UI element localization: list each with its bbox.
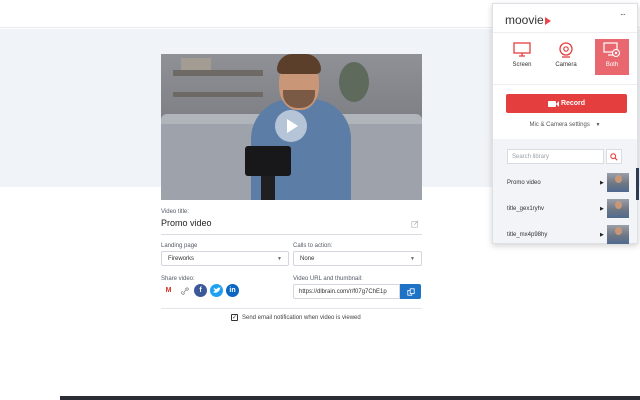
mode-screen-button[interactable]: Screen bbox=[505, 39, 539, 75]
library-item[interactable]: title_gex1ryhv ▶ bbox=[493, 196, 637, 222]
cta-select[interactable]: None ▼ bbox=[293, 251, 422, 266]
share-label: Share video: bbox=[161, 276, 195, 282]
mode-divider bbox=[493, 84, 637, 85]
mode-camera-button[interactable]: Camera bbox=[549, 39, 583, 75]
header-divider bbox=[493, 32, 637, 33]
library-item[interactable]: Promo video ▶ bbox=[493, 170, 637, 196]
notify-checkbox[interactable]: ✓ bbox=[231, 314, 238, 321]
video-shelf-lower bbox=[173, 92, 263, 97]
screen-and-camera-icon bbox=[603, 42, 621, 58]
mode-screen-label: Screen bbox=[512, 62, 532, 68]
library-thumbnail bbox=[607, 199, 629, 218]
mode-camera-label: Camera bbox=[555, 62, 577, 68]
landing-page-select[interactable]: Fireworks ▼ bbox=[161, 251, 289, 266]
video-library: Search library Promo video ▶ title_gex1r… bbox=[493, 139, 637, 244]
webcam-icon bbox=[559, 42, 573, 58]
logo-play-icon bbox=[544, 16, 551, 25]
library-item[interactable]: title_mx4p98hy ▶ bbox=[493, 222, 637, 248]
search-icon bbox=[610, 152, 618, 161]
bottom-strip bbox=[60, 396, 640, 400]
play-icon bbox=[287, 119, 298, 133]
chevron-down-icon: ▼ bbox=[595, 122, 601, 128]
monitor-icon bbox=[513, 42, 531, 57]
library-thumbnail bbox=[607, 225, 629, 244]
library-scrollbar[interactable] bbox=[636, 168, 639, 200]
video-camera-icon bbox=[547, 100, 559, 107]
landing-page-label: Landing page bbox=[161, 243, 198, 249]
video-title-underline bbox=[161, 234, 422, 235]
mic-camera-settings[interactable]: Mic & Camera settings ▼ bbox=[493, 122, 637, 128]
edit-icon[interactable] bbox=[411, 220, 419, 228]
search-button[interactable] bbox=[606, 149, 622, 164]
library-search-input[interactable]: Search library bbox=[507, 149, 604, 164]
copy-icon bbox=[406, 287, 415, 296]
video-player[interactable] bbox=[161, 54, 422, 200]
linkedin-icon[interactable]: in bbox=[226, 284, 239, 297]
gmail-icon[interactable]: M bbox=[162, 284, 175, 297]
notify-label: Send email notification when video is vi… bbox=[242, 314, 361, 321]
mode-both-button[interactable]: Both bbox=[595, 39, 629, 75]
library-thumbnail bbox=[607, 173, 629, 192]
play-button[interactable] bbox=[275, 110, 307, 142]
video-person-hair bbox=[277, 54, 321, 74]
play-arrow-icon[interactable]: ▶ bbox=[600, 232, 604, 238]
chevron-down-icon: ▼ bbox=[277, 255, 282, 262]
video-shelf bbox=[173, 70, 263, 76]
cta-label: Calls to action: bbox=[293, 243, 333, 249]
logo-text: moovie bbox=[505, 13, 544, 27]
library-item-name: Promo video bbox=[507, 180, 541, 186]
moovie-popup: moovie ··· Screen Camera Both Record Mic… bbox=[492, 3, 639, 244]
copy-url-button[interactable] bbox=[400, 284, 421, 299]
landing-page-value: Fireworks bbox=[168, 255, 195, 262]
more-options-icon[interactable]: ··· bbox=[620, 10, 626, 19]
share-buttons: M f in bbox=[162, 284, 239, 297]
record-label: Record bbox=[560, 100, 586, 107]
video-url-field[interactable]: https://dlbrain.com/r/f07g7ChE1p bbox=[293, 284, 400, 299]
video-card: Video title: Promo video Landing page Fi… bbox=[161, 54, 422, 326]
link-icon[interactable] bbox=[178, 284, 191, 297]
notify-option[interactable]: ✓ Send email notification when video is … bbox=[231, 314, 361, 321]
settings-label: Mic & Camera settings bbox=[529, 122, 590, 128]
record-button[interactable]: Record bbox=[506, 94, 627, 113]
moovie-logo: moovie bbox=[505, 13, 551, 27]
video-phone bbox=[245, 146, 291, 176]
twitter-icon[interactable] bbox=[210, 284, 223, 297]
url-label: Video URL and thumbnail: bbox=[293, 276, 363, 282]
video-title-input[interactable]: Promo video bbox=[161, 218, 212, 228]
play-arrow-icon[interactable]: ▶ bbox=[600, 206, 604, 212]
section-divider bbox=[161, 308, 422, 309]
facebook-icon[interactable]: f bbox=[194, 284, 207, 297]
chevron-down-icon: ▼ bbox=[410, 255, 415, 262]
mode-both-label: Both bbox=[605, 62, 619, 68]
cta-value: None bbox=[300, 255, 315, 262]
video-title-label: Video title: bbox=[161, 209, 189, 215]
video-books bbox=[181, 58, 211, 70]
video-plant bbox=[339, 62, 369, 102]
library-item-name: title_gex1ryhv bbox=[507, 206, 545, 212]
library-item-name: title_mx4p98hy bbox=[507, 232, 548, 238]
play-arrow-icon[interactable]: ▶ bbox=[600, 180, 604, 186]
